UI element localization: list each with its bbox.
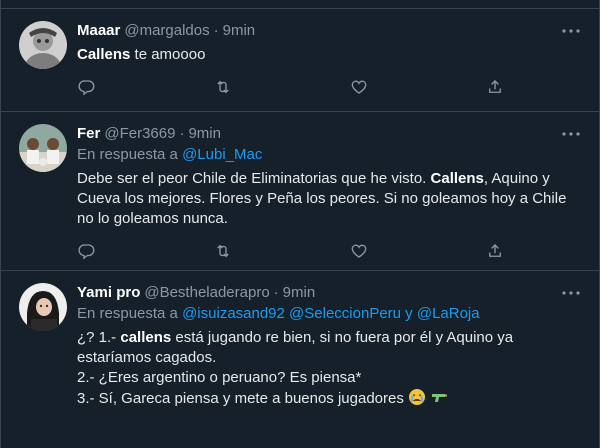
- tweet-line-2: 2.- ¿Eres argentino o peruano? Es piensa…: [77, 369, 362, 386]
- tweet-text: ¿? 1.- callens está jugando re bien, si …: [77, 328, 577, 412]
- like-icon[interactable]: [349, 241, 369, 261]
- tweet-text-rest: te amoooo: [130, 46, 206, 63]
- display-name[interactable]: Fer: [77, 124, 100, 144]
- retweet-icon[interactable]: [213, 241, 233, 261]
- highlighted-keyword: Callens: [77, 46, 131, 63]
- more-icon[interactable]: [561, 21, 581, 41]
- handle[interactable]: @margaldos: [124, 21, 209, 41]
- reply-context: En respuesta a @Lubi_Mac: [77, 145, 577, 165]
- tweet-actions: [77, 241, 505, 261]
- share-icon[interactable]: [485, 77, 505, 97]
- reply-mention-link[interactable]: @LaRoja: [417, 305, 480, 322]
- more-icon[interactable]: [561, 124, 581, 144]
- avatar[interactable]: [19, 124, 67, 172]
- timeline-top-divider: [1, 0, 599, 9]
- tweet[interactable]: Maaar @margaldos · 9min Callens te amooo…: [1, 9, 599, 112]
- timestamp[interactable]: 9min: [223, 21, 256, 41]
- tweet[interactable]: Yami pro @Bestheladerapro · 9min En resp…: [1, 271, 599, 448]
- timeline: Maaar @margaldos · 9min Callens te amooo…: [0, 0, 600, 448]
- reply-context: En respuesta a @isuizasand92 @SeleccionP…: [77, 304, 577, 324]
- tweet-text-part1: Debe ser el peor Chile de Eliminatorias …: [77, 170, 431, 187]
- share-icon[interactable]: [485, 241, 505, 261]
- tweet-line-3-text: 3.- Sí, Gareca piensa y mete a buenos ju…: [77, 390, 404, 407]
- separator-dot: ·: [179, 125, 185, 142]
- reply-prefix: En respuesta a: [77, 305, 183, 322]
- separator-dot: ·: [213, 22, 219, 39]
- reply-and: y: [401, 305, 417, 322]
- avatar[interactable]: [19, 283, 67, 331]
- more-icon[interactable]: [561, 283, 581, 303]
- retweet-icon[interactable]: [213, 77, 233, 97]
- reply-icon[interactable]: [77, 241, 97, 261]
- timestamp[interactable]: 9min: [283, 283, 316, 303]
- handle[interactable]: @Fer3669: [104, 124, 175, 144]
- timestamp[interactable]: 9min: [188, 124, 221, 144]
- reply-mention-link[interactable]: @isuizasand92: [182, 305, 285, 322]
- tweet-line-1-pre: ¿? 1.-: [77, 329, 121, 346]
- reply-icon[interactable]: [77, 77, 97, 97]
- display-name[interactable]: Yami pro: [77, 283, 140, 303]
- tweet-line-3: 3.- Sí, Gareca piensa y mete a buenos ju…: [77, 388, 577, 412]
- highlighted-keyword: callens: [120, 329, 172, 346]
- water-pistol-emoji-icon: [430, 388, 448, 412]
- tweet-header: Maaar @margaldos · 9min: [77, 21, 577, 41]
- reply-prefix: En respuesta a: [77, 146, 183, 163]
- crying-face-emoji-icon: [408, 388, 426, 412]
- tweet-text: Callens te amoooo: [77, 45, 577, 65]
- handle[interactable]: @Bestheladerapro: [144, 283, 269, 303]
- tweet[interactable]: Fer @Fer3669 · 9min En respuesta a @Lubi…: [1, 112, 599, 271]
- reply-mention-link[interactable]: @Lubi_Mac: [182, 146, 262, 163]
- tweet-text: Debe ser el peor Chile de Eliminatorias …: [77, 169, 577, 229]
- like-icon[interactable]: [349, 77, 369, 97]
- display-name[interactable]: Maaar: [77, 21, 120, 41]
- tweet-actions: [77, 77, 505, 97]
- highlighted-keyword: Callens: [430, 170, 484, 187]
- separator-dot: ·: [273, 284, 279, 301]
- reply-mention-link[interactable]: @SeleccionPeru: [289, 305, 401, 322]
- tweet-header: Yami pro @Bestheladerapro · 9min: [77, 283, 577, 303]
- tweet-header: Fer @Fer3669 · 9min: [77, 124, 577, 144]
- avatar[interactable]: [19, 21, 67, 69]
- tweet-line-1: ¿? 1.- callens está jugando re bien, si …: [77, 328, 577, 368]
